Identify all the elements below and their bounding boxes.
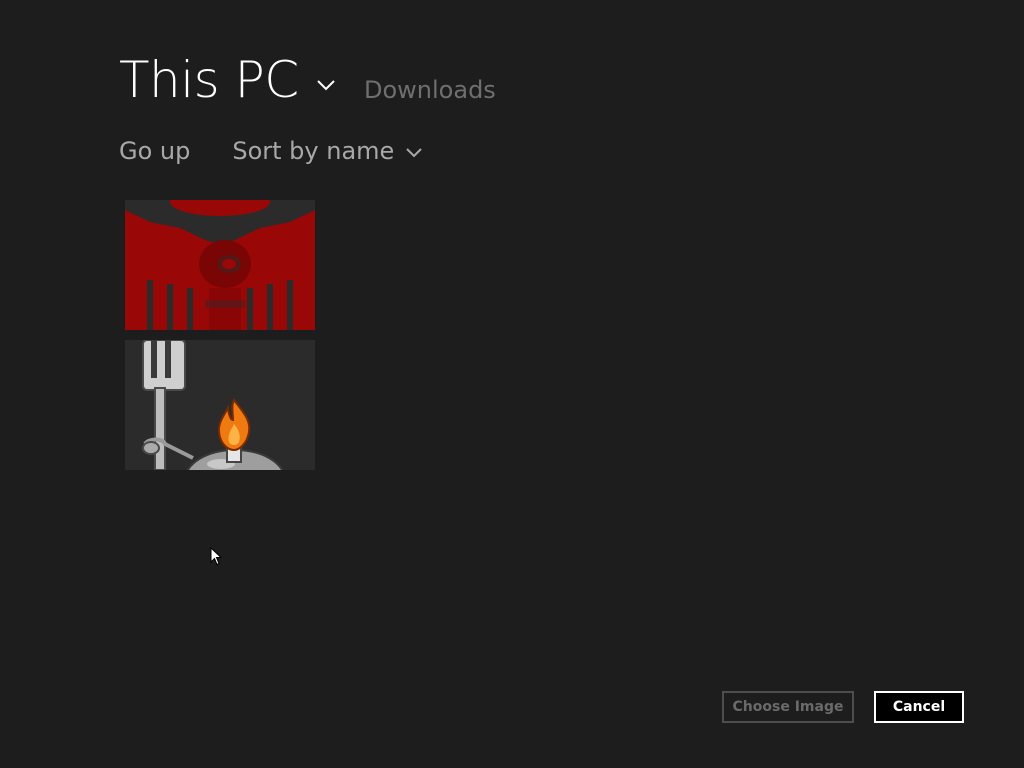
chevron-down-icon [406,148,423,158]
red-emblem-thumbnail [125,200,315,330]
sort-label: Sort by name [232,137,395,165]
cancel-button[interactable]: Cancel [874,691,964,723]
toolbar: Go up Sort by name [119,134,423,168]
file-tile[interactable] [125,340,315,470]
go-up-button[interactable]: Go up [119,137,190,165]
file-tile[interactable] [125,200,315,330]
location-selector[interactable]: This PC [119,52,335,108]
mouse-cursor-icon [210,547,222,566]
breadcrumb-folder[interactable]: Downloads [364,76,496,104]
chevron-down-icon [316,80,335,91]
fork-bomb-thumbnail [125,340,315,470]
location-title: This PC [119,51,299,109]
choose-image-button[interactable]: Choose Image [722,691,854,723]
sort-dropdown[interactable]: Sort by name [232,137,423,165]
